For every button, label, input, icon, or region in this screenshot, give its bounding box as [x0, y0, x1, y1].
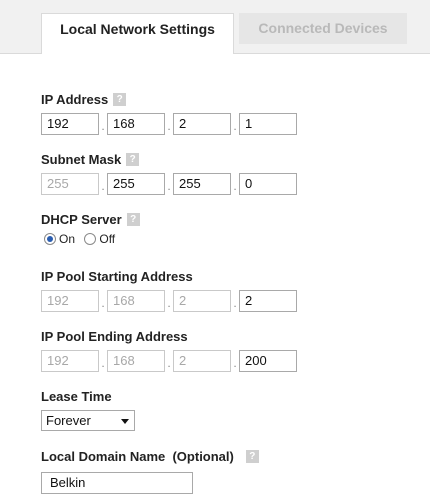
local-domain-input[interactable]: Belkin: [41, 472, 193, 494]
pool-start-octet-3: 2: [173, 290, 231, 312]
ip-address-octet-3[interactable]: 2: [173, 113, 231, 135]
ip-address-section: IP Address? 192 . 168 . 2 . 1: [41, 91, 297, 135]
pool-start-octet-4[interactable]: 2: [239, 290, 297, 312]
tab-connected-devices[interactable]: Connected Devices: [239, 13, 407, 44]
subnet-mask-octet-2[interactable]: 255: [107, 173, 165, 195]
pool-start-label: IP Pool Starting Address: [41, 269, 193, 284]
octet-separator: .: [233, 296, 237, 310]
subnet-mask-fields: 255 . 255 . 255 . 0: [41, 173, 301, 195]
subnet-mask-octet-4[interactable]: 0: [239, 173, 297, 195]
subnet-mask-octet-1: 255: [41, 173, 99, 195]
octet-separator: .: [101, 296, 105, 310]
pool-end-octet-4[interactable]: 200: [239, 350, 297, 372]
octet-separator: .: [167, 119, 171, 133]
subnet-mask-label: Subnet Mask?: [41, 151, 140, 169]
ip-address-label: IP Address?: [41, 91, 127, 109]
octet-separator: .: [101, 119, 105, 133]
pool-end-octet-1: 192: [41, 350, 99, 372]
help-icon[interactable]: ?: [113, 93, 127, 107]
tab-bar: Local Network Settings Connected Devices: [0, 0, 430, 54]
octet-separator: .: [233, 179, 237, 193]
pool-end-octet-2: 168: [107, 350, 165, 372]
pool-end-label: IP Pool Ending Address: [41, 329, 188, 344]
local-domain-section: Local Domain Name (Optional)? Belkin: [41, 448, 259, 494]
octet-separator: .: [233, 356, 237, 370]
settings-panel: IP Address? 192 . 168 . 2 . 1 Subnet Mas…: [0, 54, 430, 494]
octet-separator: .: [167, 296, 171, 310]
dhcp-server-label: DHCP Server?: [41, 211, 140, 229]
octet-separator: .: [167, 179, 171, 193]
dhcp-off-radio[interactable]: [84, 232, 97, 245]
subnet-mask-octet-3[interactable]: 255: [173, 173, 231, 195]
pool-start-octet-1: 192: [41, 290, 99, 312]
ip-address-octet-1[interactable]: 192: [41, 113, 99, 135]
octet-separator: .: [101, 356, 105, 370]
dhcp-server-section: DHCP Server? On Off: [41, 211, 140, 246]
lease-time-value: Forever: [46, 413, 91, 428]
pool-start-section: IP Pool Starting Address 192 . 168 . 2 .…: [41, 268, 297, 312]
help-icon[interactable]: ?: [126, 153, 140, 167]
ip-address-octet-4[interactable]: 1: [239, 113, 297, 135]
subnet-mask-section: Subnet Mask? 255 . 255 . 255 . 0: [41, 151, 297, 195]
pool-start-fields: 192 . 168 . 2 . 2: [41, 290, 301, 312]
help-icon[interactable]: ?: [245, 450, 259, 464]
dhcp-off-label[interactable]: Off: [99, 232, 115, 246]
dhcp-server-radio-group: On Off: [44, 231, 121, 247]
pool-end-octet-3: 2: [173, 350, 231, 372]
octet-separator: .: [101, 179, 105, 193]
pool-end-section: IP Pool Ending Address 192 . 168 . 2 . 2…: [41, 328, 297, 372]
lease-time-section: Lease Time Forever: [41, 388, 135, 431]
pool-end-fields: 192 . 168 . 2 . 200: [41, 350, 301, 372]
lease-time-select[interactable]: Forever: [41, 410, 135, 431]
octet-separator: .: [233, 119, 237, 133]
octet-separator: .: [167, 356, 171, 370]
pool-start-octet-2: 168: [107, 290, 165, 312]
chevron-down-icon: [121, 419, 129, 424]
dhcp-on-label[interactable]: On: [59, 232, 75, 246]
dhcp-on-radio[interactable]: [44, 232, 56, 245]
lease-time-label: Lease Time: [41, 389, 112, 404]
ip-address-octet-2[interactable]: 168: [107, 113, 165, 135]
tab-local-network-settings[interactable]: Local Network Settings: [41, 13, 234, 54]
ip-address-fields: 192 . 168 . 2 . 1: [41, 113, 301, 135]
local-domain-label: Local Domain Name (Optional)?: [41, 448, 259, 466]
help-icon[interactable]: ?: [126, 213, 140, 227]
